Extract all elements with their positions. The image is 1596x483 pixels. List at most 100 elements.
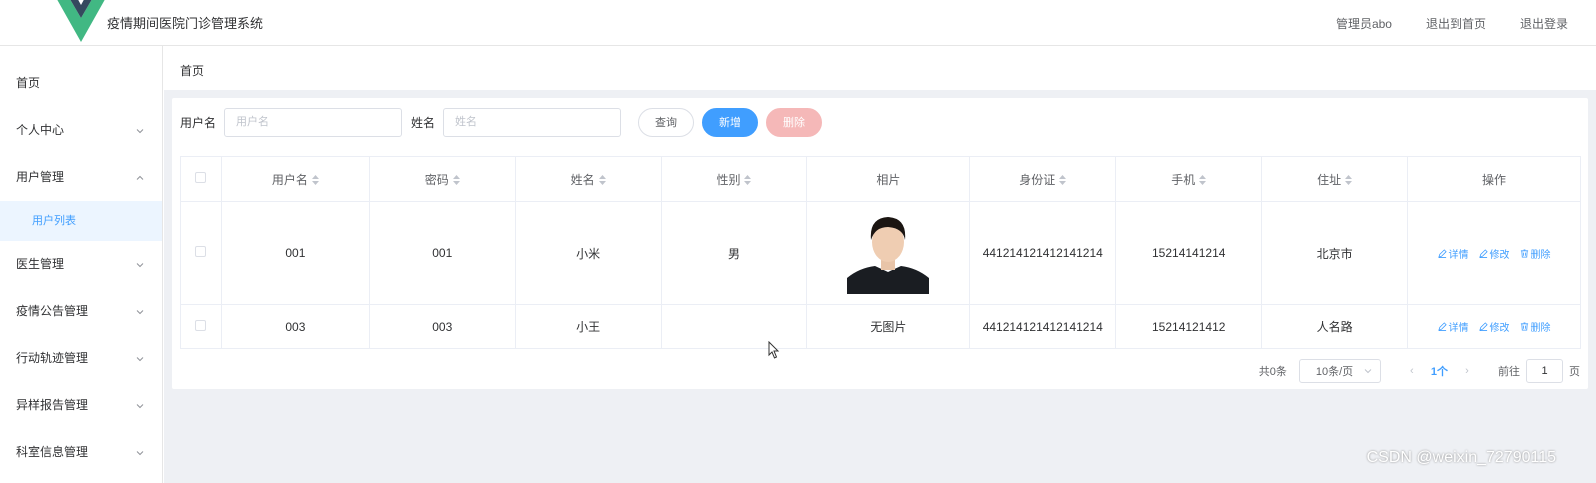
goto-page-input[interactable] (1526, 359, 1563, 383)
cell-phone: 15214121412 (1115, 304, 1263, 349)
sidebar-item-personal-center[interactable]: 个人中心 (0, 107, 162, 154)
sidebar-item-label: 医生管理 (16, 257, 65, 271)
logout-link[interactable]: 退出登录 (1520, 15, 1568, 32)
cell-phone: 15214141214 (1115, 201, 1263, 305)
current-page[interactable]: 1个 (1431, 363, 1448, 379)
column-header-username[interactable]: 用户名 (221, 156, 370, 202)
cell-id-card: 441214121412141214 (969, 201, 1117, 305)
row-select-cell (180, 201, 222, 305)
cell-password: 003 (369, 304, 516, 349)
edit-button[interactable]: 修改 (1478, 319, 1510, 334)
column-header-name[interactable]: 姓名 (515, 156, 662, 202)
cell-name: 小米 (515, 201, 662, 305)
cell-gender: 男 (661, 201, 808, 305)
breadcrumb-bar: 首页 (164, 46, 1596, 90)
column-header-address[interactable]: 住址 (1261, 156, 1409, 202)
delete-button[interactable]: 删除 (1520, 246, 1551, 261)
sidebar-item-user-management[interactable]: 用户管理 (0, 154, 162, 201)
sidebar-item-label: 疫情公告管理 (16, 304, 89, 318)
search-bar: 用户名 姓名 查询 新增 删除 (180, 107, 823, 137)
table-row: 001 001 小米 男 441214121412141214 15214141… (180, 201, 1581, 305)
edit-button[interactable]: 修改 (1478, 246, 1510, 261)
sidebar-item-label: 首页 (16, 76, 41, 90)
app-header: 疫情期间医院门诊管理系统 管理员abo 退出到首页 退出登录 (0, 0, 1596, 46)
cell-address: 人名路 (1261, 304, 1409, 349)
content-card: 用户名 姓名 查询 新增 删除 用户名 密码 姓名 性别 相片 身份证 (172, 98, 1588, 389)
username-label: 用户名 (180, 115, 217, 130)
column-header-actions: 操作 (1407, 156, 1581, 202)
select-all-cell (180, 156, 222, 202)
page-size-select[interactable]: 10条/页 (1298, 359, 1381, 383)
sidebar-item-label: 用户管理 (16, 170, 65, 184)
sort-icon[interactable] (452, 175, 460, 186)
sidebar-item-movement-track[interactable]: 行动轨迹管理 (0, 335, 162, 382)
cell-photo (806, 201, 971, 305)
vue-logo-icon (57, 0, 105, 42)
sidebar-item-anomaly-report[interactable]: 异样报告管理 (0, 382, 162, 429)
sidebar-subitem-user-list[interactable]: 用户列表 (0, 201, 162, 241)
sort-icon[interactable] (1345, 175, 1353, 186)
detail-button[interactable]: 详情 (1437, 246, 1469, 261)
table-row: 003 003 小王 无图片 441214121412141214 152141… (180, 304, 1581, 349)
cell-actions: 详情 修改 删除 (1407, 201, 1581, 305)
sidebar-item-label: 异样报告管理 (16, 398, 89, 412)
sort-icon[interactable] (598, 175, 606, 186)
edit-pen-icon (1437, 322, 1447, 331)
row-checkbox[interactable] (195, 246, 207, 257)
trash-icon (1520, 322, 1528, 331)
sidebar-item-label: 科室信息管理 (16, 445, 89, 459)
sidebar-item-label: 行动轨迹管理 (16, 351, 89, 365)
add-button[interactable]: 新增 (702, 107, 759, 137)
sidebar-item-doctor-management[interactable]: 医生管理 (0, 241, 162, 288)
prev-page-button[interactable]: ‹ (1403, 365, 1421, 377)
sort-icon[interactable] (311, 175, 319, 186)
delete-button[interactable]: 删除 (1520, 319, 1551, 334)
cell-address: 北京市 (1261, 201, 1409, 305)
table-header-row: 用户名 密码 姓名 性别 相片 身份证 手机 住址 操作 (180, 156, 1581, 202)
mouse-cursor-icon (768, 341, 780, 359)
sort-icon[interactable] (744, 175, 752, 186)
sidebar-item-department-info[interactable]: 科室信息管理 (0, 429, 162, 476)
name-search-input[interactable] (443, 107, 622, 137)
admin-user-link[interactable]: 管理员abo (1336, 15, 1392, 32)
chevron-down-icon (134, 107, 146, 154)
chevron-down-icon (1364, 369, 1372, 374)
row-select-cell (180, 304, 222, 349)
cell-username: 003 (221, 304, 370, 349)
select-all-checkbox[interactable] (195, 172, 207, 183)
cell-password: 001 (369, 201, 516, 305)
header-links: 管理员abo 退出到首页 退出登录 (1336, 15, 1568, 32)
sort-icon[interactable] (1059, 175, 1067, 186)
main-content: 首页 用户名 姓名 查询 新增 删除 用户名 密码 姓名 性别 相 (164, 46, 1596, 483)
row-checkbox[interactable] (195, 319, 207, 331)
edit-pen-icon (1478, 322, 1488, 331)
next-page-button[interactable]: › (1458, 365, 1476, 377)
page-jumper: 前往 页 (1498, 359, 1580, 383)
detail-button[interactable]: 详情 (1437, 319, 1469, 334)
username-search-input[interactable] (224, 107, 403, 137)
cell-gender (661, 304, 808, 349)
total-count: 共0条 (1258, 366, 1287, 378)
chevron-down-icon (134, 335, 146, 382)
query-button[interactable]: 查询 (638, 107, 695, 137)
batch-delete-button[interactable]: 删除 (766, 107, 823, 137)
breadcrumb[interactable]: 首页 (180, 62, 204, 79)
sort-icon[interactable] (1199, 175, 1207, 186)
exit-to-home-link[interactable]: 退出到首页 (1426, 15, 1486, 32)
column-header-id-card[interactable]: 身份证 (969, 156, 1117, 202)
cell-actions: 详情 修改 删除 (1407, 304, 1581, 349)
column-header-phone[interactable]: 手机 (1115, 156, 1263, 202)
edit-pen-icon (1437, 248, 1447, 258)
column-header-password[interactable]: 密码 (369, 156, 516, 202)
chevron-up-icon (134, 154, 146, 201)
chevron-down-icon (134, 382, 146, 429)
user-table: 用户名 密码 姓名 性别 相片 身份证 手机 住址 操作 001 001 小米 (180, 156, 1581, 349)
column-header-photo: 相片 (806, 156, 971, 202)
cell-id-card: 441214121412141214 (969, 304, 1117, 349)
cell-photo: 无图片 (806, 304, 971, 349)
column-header-gender[interactable]: 性别 (661, 156, 808, 202)
cell-name: 小王 (515, 304, 662, 349)
sidebar-item-home[interactable]: 首页 (0, 60, 162, 107)
sidebar-item-epidemic-notice[interactable]: 疫情公告管理 (0, 288, 162, 335)
sidebar-item-label: 个人中心 (16, 123, 65, 137)
